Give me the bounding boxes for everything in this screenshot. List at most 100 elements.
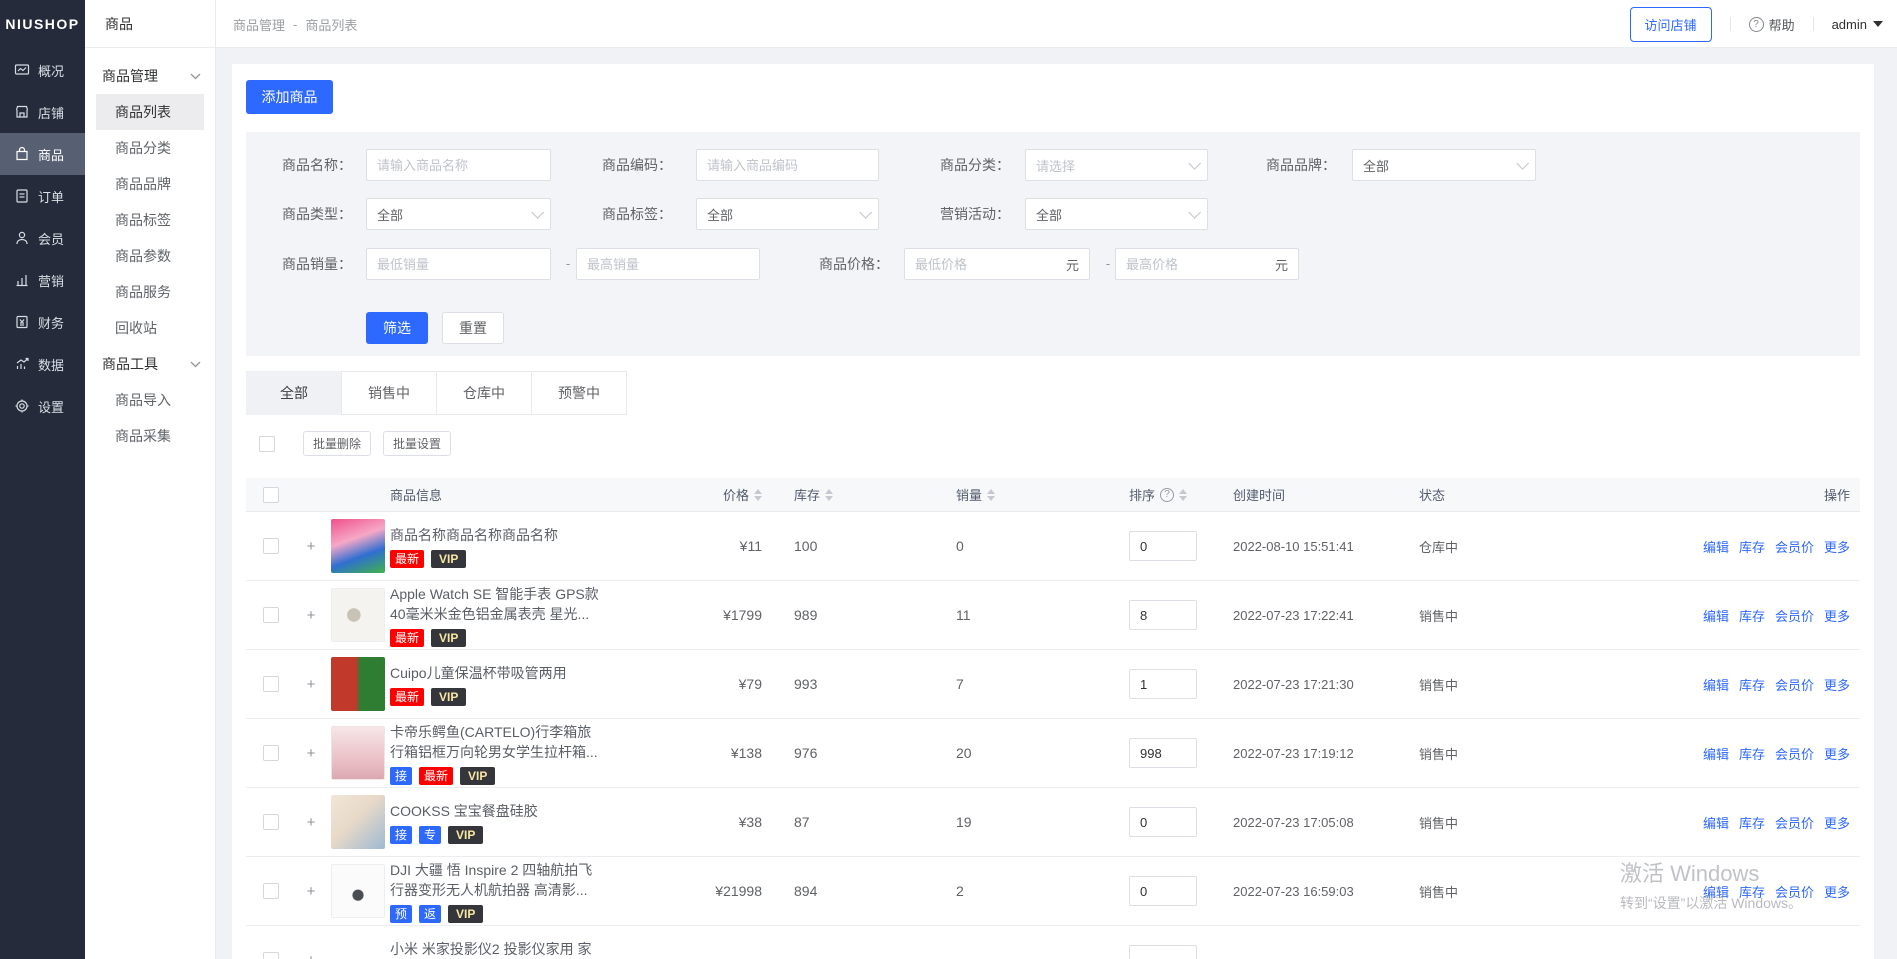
help-button[interactable]: ? 帮助 [1749,15,1795,34]
stock-link[interactable]: 库存 [1739,813,1765,832]
tab-warning[interactable]: 预警中 [531,371,627,415]
submenu-group-goods-manage[interactable]: 商品管理 [85,58,215,94]
stock-link[interactable]: 库存 [1739,606,1765,625]
row-checkbox[interactable] [263,538,279,554]
edit-link[interactable]: 编辑 [1703,744,1729,763]
submenu-item-goods-category[interactable]: 商品分类 [96,130,204,166]
submenu-item-goods-list[interactable]: 商品列表 [96,94,204,130]
product-name-input[interactable] [366,149,551,181]
price-max-input[interactable] [1126,257,1246,272]
activity-select[interactable]: 全部 [1025,198,1208,230]
more-link[interactable]: 更多 [1824,813,1850,832]
product-name[interactable]: 小米 米家投影仪2 投影仪家用 家 [390,939,591,959]
stock-link[interactable]: 库存 [1739,744,1765,763]
batch-set-button[interactable]: 批量设置 [383,431,451,456]
sidebar-item-orders[interactable]: 订单 [0,175,85,217]
sidebar-item-goods[interactable]: 商品 [0,133,85,175]
submenu-item-goods-import[interactable]: 商品导入 [96,382,204,418]
stock-link[interactable]: 库存 [1739,882,1765,901]
sidebar-item-settings[interactable]: 设置 [0,385,85,427]
sort-icon[interactable] [987,489,995,501]
col-sales[interactable]: 销量 [940,478,1100,511]
tab-all[interactable]: 全部 [246,371,342,415]
product-name[interactable]: COOKSS 宝宝餐盘硅胶 [390,801,538,821]
sort-input[interactable] [1129,600,1197,630]
sort-icon[interactable] [825,489,833,501]
visit-shop-button[interactable]: 访问店铺 [1630,7,1712,42]
type-select[interactable]: 全部 [366,198,551,230]
brand-select[interactable]: 全部 [1352,149,1536,181]
sort-icon[interactable] [1179,489,1187,501]
more-link[interactable]: 更多 [1824,675,1850,694]
expand-button[interactable]: + [307,814,316,831]
member-price-link[interactable]: 会员价 [1775,744,1814,763]
more-link[interactable]: 更多 [1824,606,1850,625]
tab-on-sale[interactable]: 销售中 [341,371,437,415]
category-select[interactable]: 请选择 [1025,149,1208,181]
expand-button[interactable]: + [307,883,316,900]
member-price-link[interactable]: 会员价 [1775,813,1814,832]
expand-button[interactable]: + [307,538,316,555]
sales-max-input[interactable] [576,248,760,280]
sidebar-item-finance[interactable]: 财务 [0,301,85,343]
sort-icon[interactable] [754,489,762,501]
stock-link[interactable]: 库存 [1739,537,1765,556]
expand-button[interactable]: + [307,745,316,762]
sort-input[interactable] [1129,945,1197,959]
user-menu[interactable]: admin [1832,17,1883,32]
edit-link[interactable]: 编辑 [1703,675,1729,694]
col-price[interactable]: 价格 [640,478,770,511]
col-sort[interactable]: 排序? [1100,478,1233,511]
breadcrumb-goods-list[interactable]: 商品列表 [305,15,357,34]
row-checkbox[interactable] [263,607,279,623]
member-price-link[interactable]: 会员价 [1775,882,1814,901]
row-checkbox[interactable] [263,883,279,899]
product-name[interactable]: 卡帝乐鳄鱼(CARTELO)行李箱旅 [390,722,591,742]
more-link[interactable]: 更多 [1824,882,1850,901]
submenu-item-goods-params[interactable]: 商品参数 [96,238,204,274]
batch-delete-button[interactable]: 批量删除 [303,431,371,456]
member-price-link[interactable]: 会员价 [1775,537,1814,556]
product-name[interactable]: 商品名称商品名称商品名称 [390,525,558,545]
sidebar-item-members[interactable]: 会员 [0,217,85,259]
edit-link[interactable]: 编辑 [1703,606,1729,625]
expand-button[interactable]: + [307,607,316,624]
submenu-item-goods-label[interactable]: 商品标签 [96,202,204,238]
sidebar-item-shop[interactable]: 店铺 [0,91,85,133]
stock-link[interactable]: 库存 [1739,675,1765,694]
sort-input[interactable] [1129,807,1197,837]
submenu-item-goods-collect[interactable]: 商品采集 [96,418,204,454]
more-link[interactable]: 更多 [1824,744,1850,763]
submenu-item-recycle-bin[interactable]: 回收站 [96,310,204,346]
expand-button[interactable]: + [307,676,316,693]
sidebar-item-marketing[interactable]: 营销 [0,259,85,301]
sales-min-input[interactable] [366,248,551,280]
sort-input[interactable] [1129,876,1197,906]
col-stock[interactable]: 库存 [770,478,940,511]
reset-button[interactable]: 重置 [442,312,504,344]
breadcrumb-goods-manage[interactable]: 商品管理 [233,15,285,34]
product-name-line2[interactable]: 40毫米米金色铝金属表壳 星光... [390,604,589,624]
product-name[interactable]: DJI 大疆 悟 Inspire 2 四轴航拍飞 [390,860,592,880]
tab-in-warehouse[interactable]: 仓库中 [436,371,532,415]
edit-link[interactable]: 编辑 [1703,813,1729,832]
product-name-line2[interactable]: 行器变形无人机航拍器 高清影... [390,880,588,900]
product-code-input[interactable] [696,149,879,181]
edit-link[interactable]: 编辑 [1703,537,1729,556]
edit-link[interactable]: 编辑 [1703,882,1729,901]
row-checkbox[interactable] [263,745,279,761]
more-link[interactable]: 更多 [1824,537,1850,556]
row-checkbox[interactable] [263,952,279,959]
expand-button[interactable]: + [307,952,316,959]
member-price-link[interactable]: 会员价 [1775,606,1814,625]
submenu-group-goods-tools[interactable]: 商品工具 [85,346,215,382]
row-checkbox[interactable] [263,676,279,692]
submenu-item-goods-service[interactable]: 商品服务 [96,274,204,310]
sort-input[interactable] [1129,738,1197,768]
member-price-link[interactable]: 会员价 [1775,675,1814,694]
add-product-button[interactable]: 添加商品 [246,80,333,114]
sort-input[interactable] [1129,669,1197,699]
product-name[interactable]: Cuipo儿童保温杯带吸管两用 [390,663,567,683]
select-all-checkbox[interactable] [259,436,275,452]
submenu-item-goods-brand[interactable]: 商品品牌 [96,166,204,202]
